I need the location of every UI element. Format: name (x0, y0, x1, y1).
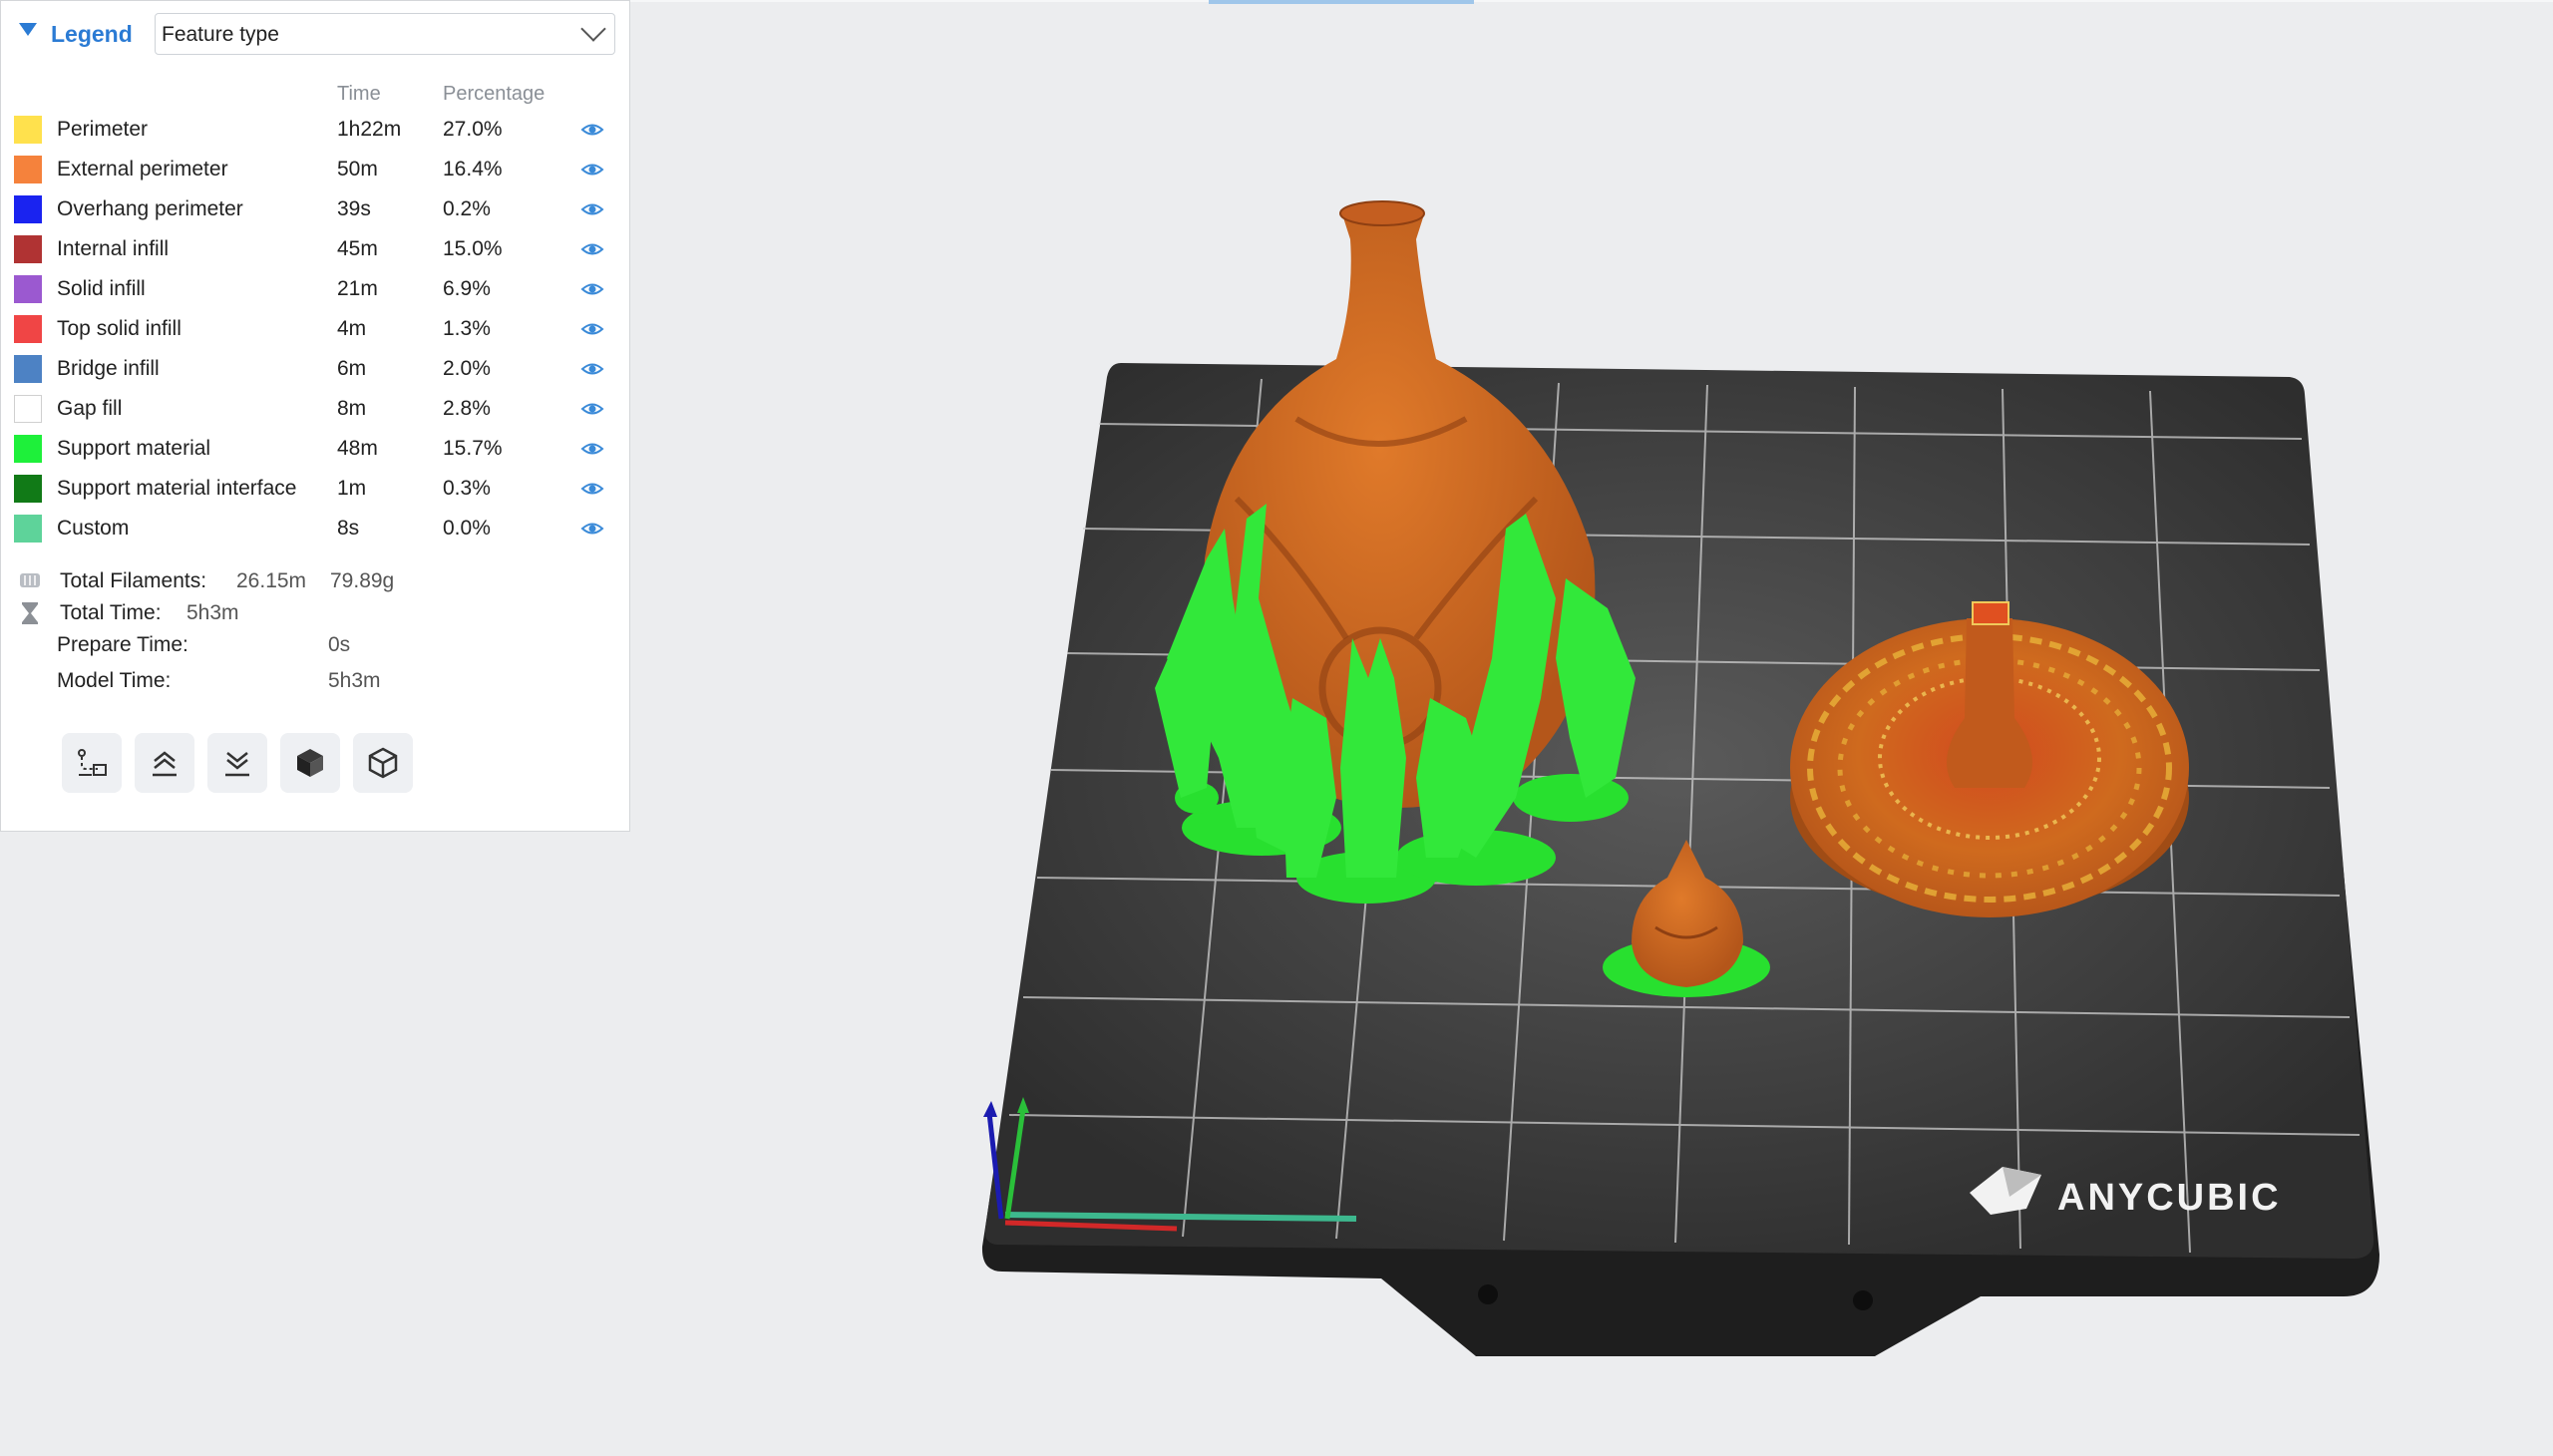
legend-row-percentage: 0.3% (443, 477, 491, 500)
visibility-eye-icon[interactable] (580, 119, 604, 141)
legend-color-swatch (14, 235, 42, 263)
prepare-time-label: Prepare Time: (57, 633, 188, 656)
legend-row: Custom 8s 0.0% (1, 510, 629, 549)
legend-row-label: Gap fill (57, 397, 123, 420)
visibility-eye-icon[interactable] (580, 238, 604, 260)
legend-row-percentage: 2.0% (443, 357, 491, 380)
legend-row-label: Support material (57, 437, 211, 460)
total-time-value: 5h3m (186, 601, 239, 624)
solid-cube-icon (297, 749, 323, 777)
legend-row: Perimeter 1h22m 27.0% (1, 111, 629, 151)
layer-up-button[interactable] (135, 733, 194, 793)
column-header-percentage: Percentage (443, 83, 546, 105)
total-filaments-label: Total Filaments: (60, 569, 207, 592)
legend-row-percentage: 15.7% (443, 437, 503, 460)
legend-row-time: 39s (337, 197, 371, 220)
hourglass-icon (22, 602, 38, 624)
legend-row-label: Support material interface (57, 477, 297, 500)
wireframe-cube-icon (368, 747, 398, 779)
legend-header: Legend Feature type (1, 1, 629, 61)
legend-row-label: Overhang perimeter (57, 197, 243, 220)
legend-row-percentage: 27.0% (443, 118, 503, 141)
legend-color-swatch (14, 116, 42, 144)
legend-color-swatch (14, 515, 42, 543)
legend-panel: Legend Feature type Time Percentage Peri… (0, 0, 630, 832)
total-time-label: Total Time: (60, 601, 162, 624)
legend-color-swatch (14, 435, 42, 463)
legend-row: Solid infill 21m 6.9% (1, 270, 629, 310)
legend-row: Bridge infill 6m 2.0% (1, 350, 629, 390)
layer-down-icon (225, 752, 249, 777)
legend-row-time: 21m (337, 277, 378, 300)
layer-down-button[interactable] (207, 733, 267, 793)
legend-row-percentage: 2.8% (443, 397, 491, 420)
total-filaments-length: 26.15m (236, 569, 307, 592)
legend-row-percentage: 16.4% (443, 158, 503, 181)
legend-row-percentage: 15.0% (443, 237, 503, 260)
legend-row: Internal infill 45m 15.0% (1, 230, 629, 270)
legend-row-label: External perimeter (57, 158, 228, 181)
legend-row-time: 4m (337, 317, 367, 340)
view-type-select-value: Feature type (162, 23, 279, 46)
legend-collapse-toggle[interactable] (19, 23, 37, 36)
visibility-eye-icon[interactable] (580, 478, 604, 500)
total-filaments-weight: 79.89g (330, 569, 395, 592)
legend-row-label: Solid infill (57, 277, 146, 300)
legend-row-label: Top solid infill (57, 317, 182, 340)
legend-row-percentage: 0.2% (443, 197, 491, 220)
prepare-time-value: 0s (328, 633, 351, 656)
chevron-down-icon (580, 16, 606, 42)
legend-title[interactable]: Legend (51, 21, 133, 48)
legend-row: External perimeter 50m 16.4% (1, 151, 629, 190)
visibility-eye-icon[interactable] (580, 318, 604, 340)
legend-row-percentage: 0.0% (443, 517, 491, 540)
travel-path-icon (78, 749, 107, 776)
legend-row-label: Perimeter (57, 118, 149, 141)
bed-hole-right (1853, 1290, 1873, 1310)
legend-row: Overhang perimeter 39s 0.2% (1, 190, 629, 230)
wireframe-view-button[interactable] (353, 733, 413, 793)
solid-view-button[interactable] (280, 733, 340, 793)
legend-row-time: 6m (337, 357, 367, 380)
legend-row-time: 50m (337, 158, 378, 181)
visibility-eye-icon[interactable] (580, 518, 604, 540)
model-time-value: 5h3m (328, 669, 381, 692)
view-type-select[interactable]: Feature type (155, 13, 615, 55)
legend-row-time: 45m (337, 237, 378, 260)
legend-row-time: 8m (337, 397, 367, 420)
visibility-eye-icon[interactable] (580, 159, 604, 181)
legend-row: Top solid infill 4m 1.3% (1, 310, 629, 350)
legend-row-percentage: 6.9% (443, 277, 491, 300)
legend-color-swatch (14, 395, 42, 423)
travel-path-button[interactable] (62, 733, 122, 793)
legend-color-swatch (14, 355, 42, 383)
legend-color-swatch (14, 275, 42, 303)
legend-color-swatch (14, 315, 42, 343)
visibility-eye-icon[interactable] (580, 398, 604, 420)
legend-row-label: Custom (57, 517, 130, 540)
bed-brand-text: ANYCUBIC (2057, 1177, 2282, 1219)
legend-color-swatch (14, 195, 42, 223)
visibility-eye-icon[interactable] (580, 278, 604, 300)
legend-row-label: Internal infill (57, 237, 170, 260)
bed-hole-left (1478, 1284, 1498, 1304)
legend-color-swatch (14, 475, 42, 503)
legend-row-label: Bridge infill (57, 357, 160, 380)
filament-icon (20, 573, 40, 587)
model-time-label: Model Time: (57, 669, 172, 692)
column-header-time: Time (337, 83, 381, 105)
legend-row: Support material interface 1m 0.3% (1, 470, 629, 510)
visibility-eye-icon[interactable] (580, 358, 604, 380)
legend-row-percentage: 1.3% (443, 317, 491, 340)
legend-row: Gap fill 8m 2.8% (1, 390, 629, 430)
visibility-eye-icon[interactable] (580, 198, 604, 220)
legend-color-swatch (14, 156, 42, 183)
layer-up-icon (153, 751, 177, 777)
visibility-eye-icon[interactable] (580, 438, 604, 460)
legend-row-time: 1m (337, 477, 367, 500)
legend-row-time: 8s (337, 517, 360, 540)
legend-row-time: 1h22m (337, 118, 402, 141)
legend-row-time: 48m (337, 437, 378, 460)
legend-row: Support material 48m 15.7% (1, 430, 629, 470)
